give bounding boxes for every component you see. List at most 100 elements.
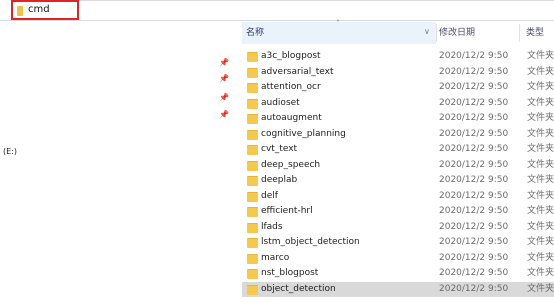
pin-icon[interactable]: 📌 bbox=[219, 93, 229, 103]
file-date: 2020/12/2 9:50 bbox=[439, 221, 509, 232]
file-list: a3c_blogpost 2020/12/2 9:50 文件夹 adversarial… bbox=[242, 49, 554, 297]
file-row[interactable]: cvt_text 2020/12/2 9:50 文件夹 bbox=[242, 142, 554, 158]
address-bar[interactable]: cmd bbox=[0, 0, 554, 21]
folder-icon bbox=[247, 191, 258, 202]
file-type: 文件夹 bbox=[527, 175, 554, 185]
folder-icon bbox=[247, 207, 258, 217]
file-date: 2020/12/2 9:50 bbox=[439, 175, 509, 185]
file-name: object_detection bbox=[261, 283, 336, 294]
file-name: attention_ocr bbox=[261, 82, 321, 92]
file-name: audioset bbox=[261, 97, 300, 108]
file-name: marco bbox=[261, 252, 290, 263]
file-name: adversarial_text bbox=[261, 66, 334, 77]
file-row[interactable]: a3c_blogpost 2020/12/2 9:50 文件夹 bbox=[242, 49, 554, 65]
file-date: 2020/12/2 9:50 bbox=[439, 268, 509, 278]
file-type: 文件夹 bbox=[527, 206, 554, 216]
file-date: 2020/12/2 9:50 bbox=[439, 113, 509, 123]
file-date: 2020/12/2 9:50 bbox=[439, 97, 509, 108]
file-row[interactable]: object_detection 2020/12/2 9:50 文件夹 bbox=[242, 281, 554, 297]
file-type: 文件夹 bbox=[527, 113, 554, 123]
file-row[interactable]: attention_ocr 2020/12/2 9:50 文件夹 bbox=[242, 80, 554, 96]
folder-icon bbox=[247, 176, 258, 186]
file-date: 2020/12/2 9:50 bbox=[439, 159, 509, 170]
file-row[interactable]: autoaugment 2020/12/2 9:50 文件夹 bbox=[242, 111, 554, 127]
file-name: lfads bbox=[261, 221, 283, 232]
file-type: 文件夹 bbox=[527, 283, 554, 294]
file-row[interactable]: nst_blogpost 2020/12/2 9:50 文件夹 bbox=[242, 266, 554, 282]
file-type: 文件夹 bbox=[527, 159, 554, 170]
folder-icon bbox=[17, 6, 23, 16]
file-name: delf bbox=[261, 190, 278, 201]
nav-drive-e[interactable]: (E:) bbox=[3, 147, 17, 156]
pin-icon[interactable]: 📌 bbox=[219, 110, 229, 120]
file-type: 文件夹 bbox=[527, 144, 554, 154]
folder-icon bbox=[247, 129, 258, 140]
folder-icon bbox=[247, 160, 258, 171]
file-type: 文件夹 bbox=[527, 128, 554, 139]
folder-icon bbox=[247, 284, 258, 295]
file-type: 文件夹 bbox=[527, 82, 554, 92]
file-date: 2020/12/2 9:50 bbox=[439, 144, 509, 154]
file-date: 2020/12/2 9:50 bbox=[439, 66, 509, 77]
folder-icon bbox=[247, 253, 258, 264]
file-date: 2020/12/2 9:50 bbox=[439, 51, 509, 61]
file-row[interactable]: efficient-hrl 2020/12/2 9:50 文件夹 bbox=[242, 204, 554, 220]
file-name: a3c_blogpost bbox=[261, 51, 321, 61]
folder-icon bbox=[247, 67, 258, 78]
column-divider[interactable] bbox=[519, 24, 520, 42]
file-name: deeplab bbox=[261, 175, 298, 185]
file-date: 2020/12/2 9:50 bbox=[439, 237, 509, 247]
pin-icon[interactable]: 📌 bbox=[219, 58, 229, 68]
file-name: cvt_text bbox=[261, 144, 298, 154]
folder-icon bbox=[247, 222, 258, 233]
folder-icon bbox=[247, 269, 258, 279]
file-type: 文件夹 bbox=[527, 237, 554, 247]
file-type: 文件夹 bbox=[527, 221, 554, 232]
file-row[interactable]: deep_speech 2020/12/2 9:50 文件夹 bbox=[242, 158, 554, 174]
address-bar-empty-area[interactable] bbox=[79, 0, 554, 20]
column-header-date-label: 修改日期 bbox=[439, 28, 476, 38]
file-type: 文件夹 bbox=[527, 252, 554, 263]
file-name: cognitive_planning bbox=[261, 128, 346, 139]
column-header-name-label: 名称 bbox=[246, 28, 265, 38]
address-text: cmd bbox=[28, 4, 50, 15]
file-type: 文件夹 bbox=[527, 268, 554, 278]
file-row[interactable]: marco 2020/12/2 9:50 文件夹 bbox=[242, 251, 554, 267]
folder-icon bbox=[247, 145, 258, 155]
folder-icon bbox=[247, 114, 258, 124]
file-date: 2020/12/2 9:50 bbox=[439, 283, 509, 294]
folder-icon bbox=[247, 98, 258, 109]
file-name: nst_blogpost bbox=[261, 268, 319, 278]
column-header-type-label: 类型 bbox=[526, 28, 545, 38]
file-type: 文件夹 bbox=[527, 97, 554, 108]
file-date: 2020/12/2 9:50 bbox=[439, 190, 509, 201]
file-row[interactable]: delf 2020/12/2 9:50 文件夹 bbox=[242, 189, 554, 205]
file-date: 2020/12/2 9:50 bbox=[439, 128, 509, 139]
file-name: deep_speech bbox=[261, 159, 321, 170]
file-row[interactable]: adversarial_text 2020/12/2 9:50 文件夹 bbox=[242, 65, 554, 81]
file-name: lstm_object_detection bbox=[261, 237, 360, 247]
file-type: 文件夹 bbox=[527, 51, 554, 61]
file-row[interactable]: lstm_object_detection 2020/12/2 9:50 文件夹 bbox=[242, 235, 554, 251]
sort-up-icon: ˄ bbox=[336, 19, 340, 28]
pin-icon[interactable]: 📌 bbox=[219, 74, 229, 84]
file-name: autoaugment bbox=[261, 113, 322, 123]
file-row[interactable]: deeplab 2020/12/2 9:50 文件夹 bbox=[242, 173, 554, 189]
folder-icon bbox=[247, 83, 258, 93]
folder-icon bbox=[247, 238, 258, 248]
chevron-down-icon[interactable]: ∨ bbox=[424, 27, 430, 36]
file-name: efficient-hrl bbox=[261, 206, 313, 216]
file-date: 2020/12/2 9:50 bbox=[439, 82, 509, 92]
file-row[interactable]: cognitive_planning 2020/12/2 9:50 文件夹 bbox=[242, 127, 554, 143]
file-row[interactable]: lfads 2020/12/2 9:50 文件夹 bbox=[242, 220, 554, 236]
address-input[interactable]: cmd bbox=[11, 0, 79, 20]
file-date: 2020/12/2 9:50 bbox=[439, 252, 509, 263]
file-type: 文件夹 bbox=[527, 190, 554, 201]
file-type: 文件夹 bbox=[527, 66, 554, 77]
column-header-date[interactable]: 修改日期 bbox=[439, 22, 475, 44]
file-row[interactable]: audioset 2020/12/2 9:50 文件夹 bbox=[242, 96, 554, 112]
column-header-type[interactable]: 类型 bbox=[526, 22, 544, 44]
folder-icon bbox=[247, 52, 258, 62]
file-date: 2020/12/2 9:50 bbox=[439, 206, 509, 216]
column-divider[interactable] bbox=[436, 24, 437, 42]
